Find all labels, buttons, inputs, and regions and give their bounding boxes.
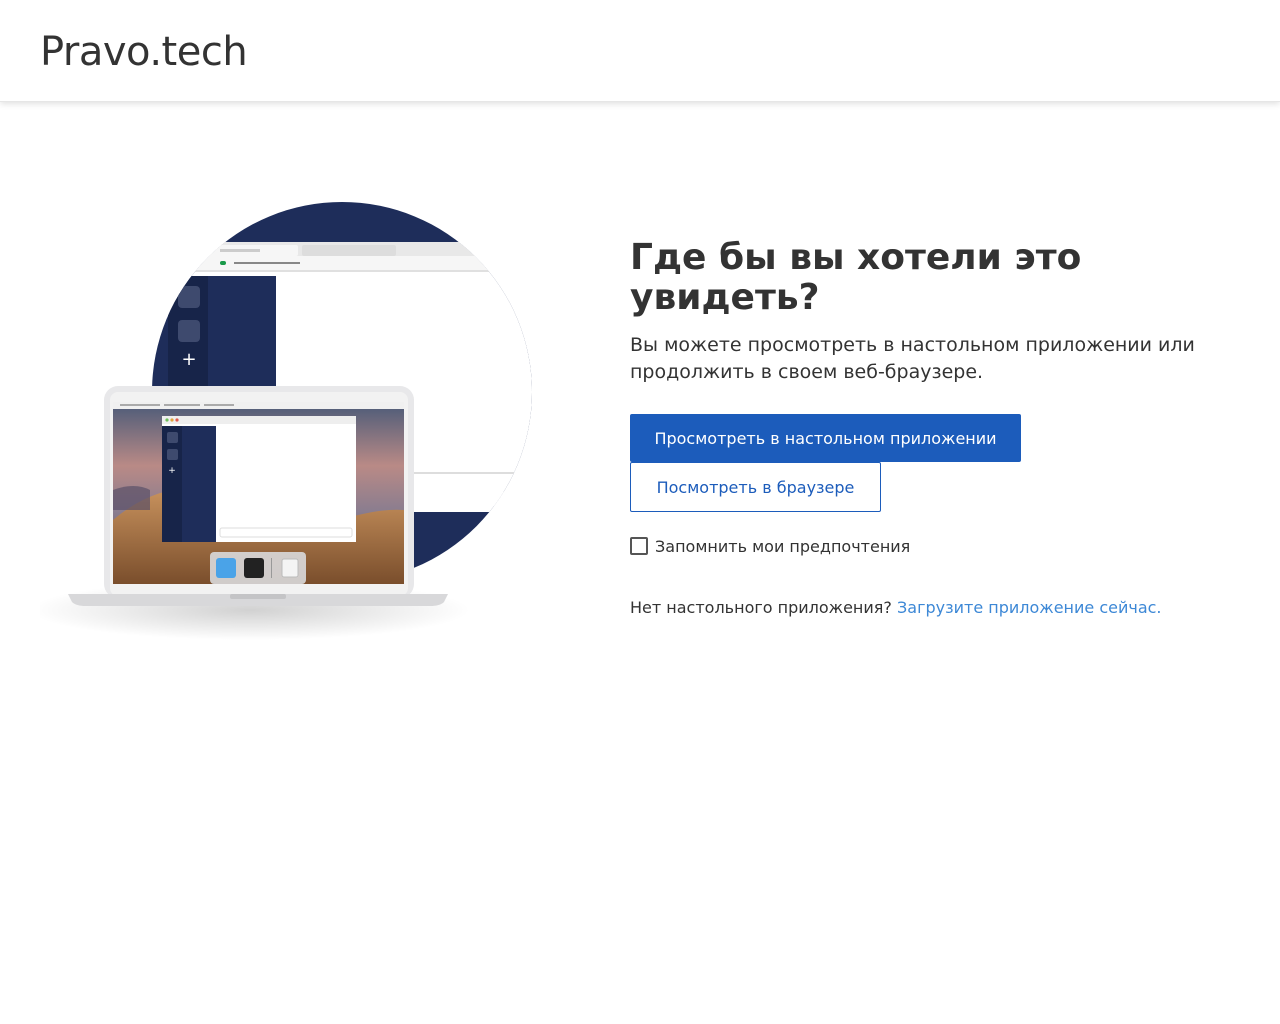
page-subtitle: Вы можете просмотреть в настольном прило… (630, 334, 1195, 383)
desktop-app-illustration: + + (30, 190, 540, 650)
choice-panel: Где бы вы хотели это увидеть? Вы можете … (630, 238, 1250, 617)
svg-text:+: + (168, 466, 176, 476)
page-title: Где бы вы хотели это увидеть? (630, 237, 1082, 318)
open-in-browser-button[interactable]: Посмотреть в браузере (630, 462, 881, 512)
download-app-link[interactable]: Загрузите приложение сейчас. (897, 598, 1162, 617)
remember-preference[interactable]: Запомнить мои предпочтения (630, 534, 1250, 558)
download-prompt: Нет настольного приложения? Загрузите пр… (630, 598, 1250, 617)
no-app-text: Нет настольного приложения? (630, 598, 897, 617)
remember-checkbox[interactable] (630, 537, 648, 555)
open-desktop-app-button[interactable]: Просмотреть в настольном приложении (630, 414, 1021, 462)
remember-label: Запомнить мои предпочтения (655, 536, 911, 556)
svg-text:+: + (181, 349, 196, 370)
brand-logo[interactable]: Pravo.tech (40, 28, 248, 76)
top-header: Pravo.tech (0, 0, 1280, 102)
